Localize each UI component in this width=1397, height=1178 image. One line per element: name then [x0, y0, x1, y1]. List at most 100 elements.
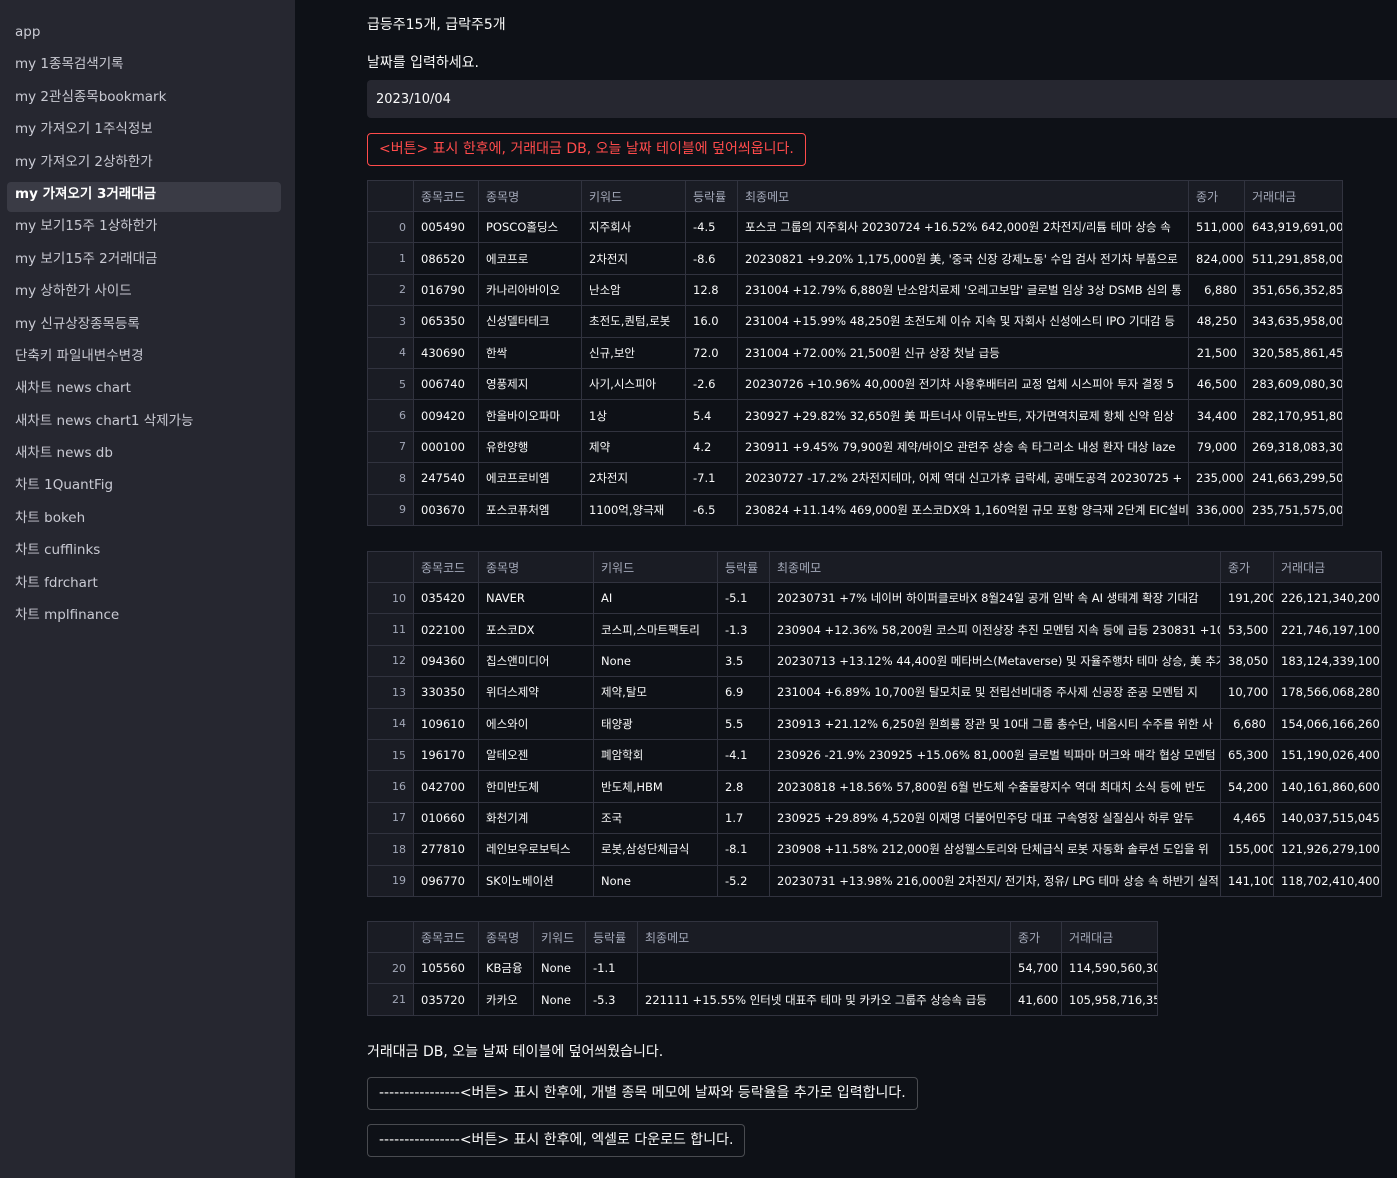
- dataframe-table-1[interactable]: 종목코드 종목명 키워드 등락률 최종메모 종가 거래대금 0 005490 POSCO홀딩스 지주…: [367, 180, 1343, 526]
- sidebar-item[interactable]: my 보기15주 2거래대금: [7, 247, 281, 277]
- table-cell[interactable]: 511,000: [1188, 211, 1245, 244]
- table-cell[interactable]: 지주회사: [581, 211, 686, 244]
- row-index[interactable]: 18: [367, 833, 414, 866]
- table-cell[interactable]: 643,919,691,000: [1244, 211, 1343, 244]
- table-cell[interactable]: 430690: [413, 337, 479, 369]
- table-cell[interactable]: 196170: [413, 739, 479, 772]
- column-header[interactable]: 최종메모: [769, 551, 1221, 583]
- table-cell[interactable]: -6.5: [685, 494, 738, 526]
- table-cell[interactable]: 230925 +29.89% 4,520원 이재명 더불어민주당 대표 구속영장…: [769, 802, 1221, 835]
- table-cell[interactable]: 003670: [413, 494, 479, 526]
- column-header[interactable]: 종목코드: [413, 921, 479, 953]
- table-row[interactable]: 3 065350 신성델타테크 초전도,퀀텀,로봇 16.0 231004 +15.99%…: [367, 305, 1343, 338]
- table-cell[interactable]: 042700: [413, 770, 479, 803]
- table-cell[interactable]: 118,702,410,400: [1273, 865, 1382, 897]
- row-index[interactable]: 10: [367, 582, 414, 615]
- table-cell[interactable]: 230824 +11.14% 469,000원 포스코DX와 1,160억원 규…: [737, 494, 1189, 526]
- table-cell[interactable]: -4.1: [717, 739, 770, 772]
- add-memo-button[interactable]: ----------------<버튼> 표시 한후에, 개별 종목 메모에 날…: [367, 1077, 918, 1110]
- table-cell[interactable]: -7.1: [685, 462, 738, 495]
- column-header[interactable]: 종목명: [478, 921, 534, 953]
- column-header[interactable]: 키워드: [593, 551, 718, 583]
- row-index[interactable]: 3: [367, 305, 414, 338]
- table-cell[interactable]: 41,600: [1010, 983, 1062, 1016]
- table-cell[interactable]: 72.0: [685, 337, 738, 369]
- table-cell[interactable]: None: [533, 983, 586, 1016]
- table-cell[interactable]: 카나리아바이오: [478, 274, 582, 307]
- table-cell[interactable]: 183,124,339,100: [1273, 645, 1382, 678]
- table-cell[interactable]: 5.5: [717, 708, 770, 740]
- table-cell[interactable]: -8.6: [685, 242, 738, 275]
- table-cell[interactable]: 035420: [413, 582, 479, 615]
- column-header[interactable]: 거래대금: [1244, 180, 1343, 212]
- table-cell[interactable]: 096770: [413, 865, 479, 897]
- table-cell[interactable]: [637, 952, 1011, 985]
- table-cell[interactable]: 086520: [413, 242, 479, 275]
- table-row[interactable]: 1 086520 에코프로 2차전지 -8.6 20230821 +9.20% 1,175…: [367, 242, 1343, 275]
- table-cell[interactable]: KB금융: [478, 952, 534, 985]
- table-cell[interactable]: 230908 +11.58% 212,000원 삼성웰스토리와 단체급식 로봇 …: [769, 833, 1221, 866]
- column-header[interactable]: 거래대금: [1061, 921, 1158, 953]
- row-index[interactable]: 20: [367, 952, 414, 985]
- table-cell[interactable]: 241,663,299,500: [1244, 462, 1343, 495]
- table-cell[interactable]: 283,609,080,300: [1244, 368, 1343, 401]
- table-cell[interactable]: 79,000: [1188, 431, 1245, 464]
- table-cell[interactable]: 000100: [413, 431, 479, 464]
- sidebar-item[interactable]: my 가져오기 2상하한가: [7, 150, 281, 180]
- sidebar-item[interactable]: my 1종목검색기록: [7, 52, 281, 82]
- table-cell[interactable]: 221111 +15.55% 인터넷 대표주 테마 및 카카오 그룹주 상승속 …: [637, 983, 1011, 1016]
- table-row[interactable]: 14 109610 에스와이 태양광 5.5 230913 +21.12% 6,250원 …: [367, 708, 1382, 740]
- table-cell[interactable]: 1상: [581, 399, 686, 432]
- table-cell[interactable]: 230913 +21.12% 6,250원 원희룡 장관 및 10대 그룹 총수…: [769, 708, 1221, 740]
- table-row[interactable]: 5 006740 영풍제지 사기,시스피아 -2.6 20230726 +10.96% 4…: [367, 368, 1343, 401]
- sidebar-item[interactable]: my 가져오기 3거래대금: [7, 181, 281, 212]
- table-cell[interactable]: 016790: [413, 274, 479, 307]
- sidebar-item[interactable]: my 2관심종목bookmark: [7, 85, 281, 115]
- sidebar-item[interactable]: my 신규상장종목등록: [7, 312, 281, 342]
- table-cell[interactable]: 신규,보안: [581, 337, 686, 369]
- row-index[interactable]: 4: [367, 337, 414, 369]
- table-cell[interactable]: 3.5: [717, 645, 770, 678]
- table-cell[interactable]: 54,200: [1220, 770, 1274, 803]
- table-cell[interactable]: 009420: [413, 399, 479, 432]
- table-cell[interactable]: 65,300: [1220, 739, 1274, 772]
- table-cell[interactable]: 에코프로비엠: [478, 462, 582, 495]
- table-cell[interactable]: 20230731 +13.98% 216,000원 2차전지/ 전기차, 정유/…: [769, 865, 1221, 897]
- table-cell[interactable]: 221,746,197,100: [1273, 613, 1382, 646]
- column-header[interactable]: 종가: [1188, 180, 1245, 212]
- table-cell[interactable]: 에스와이: [478, 708, 594, 740]
- column-header[interactable]: 종가: [1220, 551, 1274, 583]
- table-cell[interactable]: 12.8: [685, 274, 738, 307]
- row-index[interactable]: 6: [367, 399, 414, 432]
- table-cell[interactable]: 난소암: [581, 274, 686, 307]
- table-cell[interactable]: 10,700: [1220, 676, 1274, 709]
- table-row[interactable]: 13 330350 위더스제약 제약,탈모 6.9 231004 +6.89% 10,70…: [367, 676, 1382, 709]
- table-row[interactable]: 10 035420 NAVER AI -5.1 20230731 +7% 네이버 하이퍼클…: [367, 582, 1382, 615]
- table-cell[interactable]: 한싹: [478, 337, 582, 369]
- table-cell[interactable]: 114,590,560,300: [1061, 952, 1158, 985]
- column-header[interactable]: 등락률: [717, 551, 770, 583]
- row-index[interactable]: 21: [367, 983, 414, 1016]
- table-cell[interactable]: 4,465: [1220, 802, 1274, 835]
- table-cell[interactable]: 035720: [413, 983, 479, 1016]
- table-cell[interactable]: 235,751,575,000: [1244, 494, 1343, 526]
- table-cell[interactable]: 영풍제지: [478, 368, 582, 401]
- table-cell[interactable]: 6,880: [1188, 274, 1245, 307]
- table-cell[interactable]: 한미반도체: [478, 770, 594, 803]
- row-index[interactable]: 11: [367, 613, 414, 646]
- table-cell[interactable]: 에코프로: [478, 242, 582, 275]
- table-cell[interactable]: 제약,탈모: [593, 676, 718, 709]
- table-row[interactable]: 21 035720 카카오 None -5.3 221111 +15.55% 인터넷 대표…: [367, 983, 1158, 1016]
- row-index[interactable]: 1: [367, 242, 414, 275]
- table-cell[interactable]: AI: [593, 582, 718, 615]
- sidebar-item[interactable]: 새차트 news chart: [7, 376, 281, 406]
- table-cell[interactable]: 알테오젠: [478, 739, 594, 772]
- excel-download-button[interactable]: ----------------<버튼> 표시 한후에, 엑셀로 다운로드 합니…: [367, 1124, 746, 1157]
- table-cell[interactable]: None: [533, 952, 586, 985]
- sidebar-item[interactable]: 차트 bokeh: [7, 506, 281, 536]
- table-cell[interactable]: 151,190,026,400: [1273, 739, 1382, 772]
- sidebar-item[interactable]: my 상하한가 사이드: [7, 279, 281, 309]
- column-header[interactable]: 최종메모: [637, 921, 1011, 953]
- table-cell[interactable]: 269,318,083,300: [1244, 431, 1343, 464]
- table-cell[interactable]: 230927 +29.82% 32,650원 美 파트너사 이뮤노반트, 자가면…: [737, 399, 1189, 432]
